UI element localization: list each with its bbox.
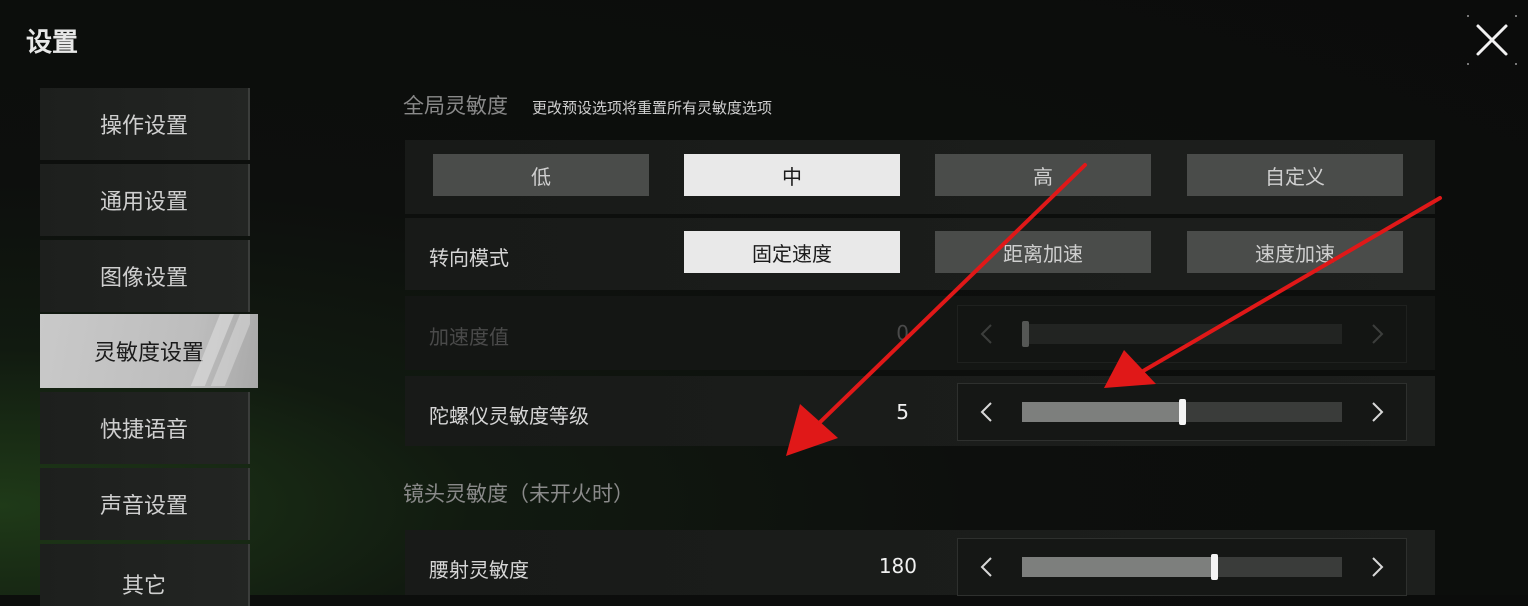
chevron-left-icon — [980, 402, 992, 422]
sidebar-item-label: 灵敏度设置 — [93, 341, 204, 366]
sidebar-item-general[interactable]: 通用设置 — [40, 164, 250, 236]
sidebar-item-label: 声音设置 — [99, 494, 188, 519]
preset-high-button[interactable]: 高 — [935, 154, 1151, 196]
sidebar-item-label: 快捷语音 — [99, 418, 188, 443]
close-button[interactable] — [1466, 14, 1518, 66]
sidebar-item-label: 操作设置 — [99, 114, 188, 139]
turn-mode-fixed-speed-button[interactable]: 固定速度 — [684, 231, 900, 273]
hip-fire-fill — [1022, 557, 1214, 577]
sidebar-item-label: 通用设置 — [99, 190, 188, 215]
gyro-decrease-button[interactable] — [966, 384, 1006, 440]
gyro-fill — [1022, 402, 1182, 422]
accel-slider[interactable] — [957, 305, 1407, 363]
turn-mode-distance-accel-button[interactable]: 距离加速 — [935, 231, 1151, 273]
sidebar-item-sensitivity[interactable]: 灵敏度设置 — [40, 314, 258, 388]
hip-fire-knob[interactable] — [1211, 554, 1218, 580]
chevron-left-icon — [980, 557, 992, 577]
section-title-camera: 镜头灵敏度（未开火时） — [403, 482, 634, 506]
turn-mode-row: 转向模式 固定速度 距离加速 速度加速 — [405, 218, 1435, 290]
sidebar-item-quick-voice[interactable]: 快捷语音 — [40, 392, 250, 464]
chevron-right-icon — [1372, 324, 1384, 344]
chevron-left-icon — [980, 324, 992, 344]
preset-custom-button[interactable]: 自定义 — [1187, 154, 1403, 196]
sidebar-item-sound[interactable]: 声音设置 — [40, 468, 250, 540]
accel-label: 加速度值 — [429, 325, 509, 349]
sidebar-item-other[interactable]: 其它 — [40, 544, 250, 606]
hip-fire-track — [1022, 554, 1342, 580]
hip-fire-slider[interactable] — [957, 538, 1407, 596]
gyro-label: 陀螺仪灵敏度等级 — [429, 404, 589, 428]
accel-knob[interactable] — [1022, 321, 1029, 347]
accel-value: 0 — [896, 321, 909, 345]
gyro-track — [1022, 399, 1342, 425]
sidebar-item-controls[interactable]: 操作设置 — [40, 88, 250, 160]
hip-fire-decrease-button[interactable] — [966, 539, 1006, 595]
gyro-slider[interactable] — [957, 383, 1407, 441]
turn-mode-label: 转向模式 — [429, 246, 509, 270]
turn-mode-speed-accel-button[interactable]: 速度加速 — [1187, 231, 1403, 273]
chevron-right-icon — [1372, 557, 1384, 577]
page-title: 设置 — [26, 28, 79, 58]
hip-fire-label: 腰射灵敏度 — [429, 558, 529, 582]
gyro-value: 5 — [896, 400, 909, 424]
chevron-right-icon — [1372, 402, 1384, 422]
preset-medium-button[interactable]: 中 — [684, 154, 900, 196]
sidebar-item-label: 其它 — [121, 574, 166, 599]
section-title-global: 全局灵敏度 — [403, 94, 508, 118]
accel-decrease-button[interactable] — [966, 306, 1006, 362]
gyro-increase-button[interactable] — [1358, 384, 1398, 440]
hip-fire-value: 180 — [878, 554, 917, 578]
active-stripes-decoration — [190, 314, 250, 386]
preset-low-button[interactable]: 低 — [433, 154, 649, 196]
hip-fire-increase-button[interactable] — [1358, 539, 1398, 595]
accel-track — [1022, 321, 1342, 347]
accel-increase-button[interactable] — [1358, 306, 1398, 362]
section-subtitle-global: 更改预设选项将重置所有灵敏度选项 — [532, 99, 773, 117]
preset-row: 低 中 高 自定义 — [405, 140, 1435, 214]
sidebar-item-graphics[interactable]: 图像设置 — [40, 240, 250, 312]
close-icon — [1467, 15, 1517, 65]
sidebar-item-label: 图像设置 — [99, 266, 188, 291]
gyro-knob[interactable] — [1179, 399, 1186, 425]
